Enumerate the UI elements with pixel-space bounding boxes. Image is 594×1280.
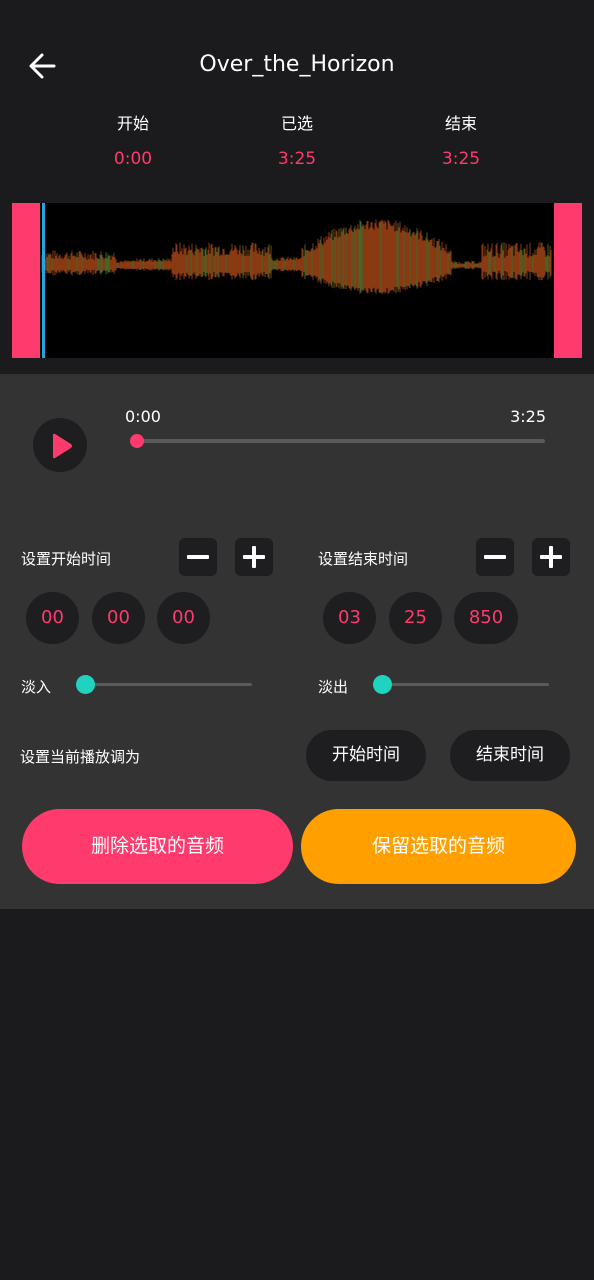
start-time-label: 设置开始时间	[21, 550, 112, 568]
start-time-decrease-button[interactable]	[179, 538, 217, 576]
start-label: 开始	[116, 114, 149, 133]
fade-in-track[interactable]	[80, 683, 252, 686]
end-millis-field[interactable]: 850	[454, 592, 518, 644]
position-end-time: 3:25	[510, 407, 546, 426]
keep-selection-button[interactable]: 保留选取的音频	[301, 809, 576, 884]
selection-end-handle[interactable]	[554, 203, 582, 358]
fade-in-thumb[interactable]	[76, 675, 95, 694]
start-seconds-field[interactable]: 00	[92, 592, 145, 644]
end-seconds-field[interactable]: 25	[389, 592, 442, 644]
set-as-start-button[interactable]: 开始时间	[306, 730, 426, 781]
playhead[interactable]	[42, 203, 45, 358]
delete-selection-button[interactable]: 删除选取的音频	[22, 809, 293, 884]
start-time-increase-button[interactable]	[235, 538, 273, 576]
end-label: 结束	[444, 114, 477, 133]
selected-value: 3:25	[277, 149, 317, 169]
fade-out-track[interactable]	[377, 683, 549, 686]
play-icon	[53, 433, 72, 459]
selected-label: 已选	[280, 114, 313, 133]
page-title: Over_the_Horizon	[199, 52, 395, 77]
waveform-graphic	[41, 219, 552, 294]
end-time-increase-button[interactable]	[532, 538, 570, 576]
waveform[interactable]	[12, 203, 582, 358]
end-time-decrease-button[interactable]	[476, 538, 514, 576]
fade-in-label: 淡入	[21, 678, 52, 696]
set-as-end-button[interactable]: 结束时间	[450, 730, 570, 781]
play-button[interactable]	[33, 418, 87, 472]
end-value: 3:25	[441, 149, 481, 169]
fade-out-thumb[interactable]	[373, 675, 392, 694]
end-minutes-field[interactable]: 03	[323, 592, 376, 644]
start-value: 0:00	[113, 149, 153, 169]
selection-start-handle[interactable]	[12, 203, 40, 358]
start-millis-field[interactable]: 00	[157, 592, 210, 644]
end-time-label: 设置结束时间	[318, 550, 409, 568]
start-minutes-field[interactable]: 00	[26, 592, 79, 644]
position-start-time: 0:00	[125, 407, 161, 426]
playback-progress-track[interactable]	[135, 439, 545, 443]
set-current-label: 设置当前播放调为	[20, 748, 141, 766]
fade-out-label: 淡出	[318, 678, 349, 696]
playback-progress-thumb[interactable]	[130, 434, 144, 448]
